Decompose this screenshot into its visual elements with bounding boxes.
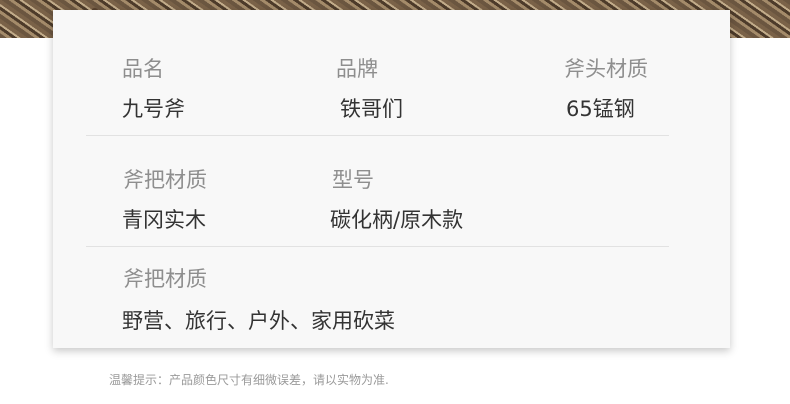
spec-card: 品名 九号斧 品牌 铁哥们 斧头材质 65锰钢 斧把材质 青冈实木 型号 碳化柄… (53, 10, 730, 348)
spec-label-handle-material: 斧把材质 (123, 168, 207, 192)
spec-label-product-name: 品名 (122, 57, 164, 81)
spec-label-usage: 斧把材质 (123, 267, 207, 291)
spec-label-head-material: 斧头材质 (564, 57, 648, 81)
spec-value-model: 碳化柄/原木款 (330, 208, 464, 232)
row-divider (86, 135, 669, 136)
footnote-tip: 温馨提示：产品颜色尺寸有细微误差，请以实物为准. (109, 373, 389, 387)
spec-value-head-material: 65锰钢 (566, 97, 635, 121)
spec-value-brand: 铁哥们 (340, 97, 403, 121)
spec-label-model: 型号 (332, 168, 374, 192)
spec-value-product-name: 九号斧 (122, 97, 185, 121)
spec-value-usage: 野营、旅行、户外、家用砍菜 (122, 309, 395, 333)
spec-value-handle-material: 青冈实木 (122, 208, 206, 232)
row-divider (86, 246, 669, 247)
spec-label-brand: 品牌 (336, 57, 378, 81)
